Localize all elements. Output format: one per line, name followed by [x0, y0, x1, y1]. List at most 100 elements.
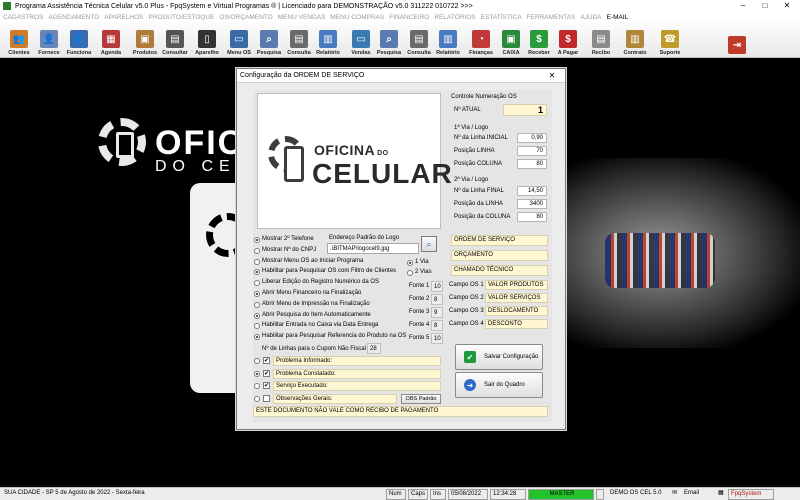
toolbar-button-a-pagar[interactable]: $ A Pagar	[553, 24, 583, 56]
toolbar-button-finan-as[interactable]: ◔ Finanças	[466, 24, 496, 56]
problem-field[interactable]: Problema Constatado:	[273, 368, 441, 379]
minimize-button[interactable]: –	[732, 0, 754, 12]
logo-path-input[interactable]: .\BITMAP\logocel9.jpg	[327, 243, 419, 254]
option-radio[interactable]	[254, 269, 260, 276]
footer-text-field[interactable]: ESTE DOCUMENTO NÃO VALE COMO RECIBO DE P…	[253, 406, 548, 417]
campo-label: Campo OS 1	[449, 282, 484, 288]
campo-field[interactable]: VALOR PRODUTOS	[485, 280, 548, 290]
problem-field[interactable]: Problema Informado:	[273, 356, 441, 366]
option-radio[interactable]	[254, 323, 260, 330]
menu-item[interactable]: MENU COMPRAS	[330, 14, 384, 21]
toolbar-button-agenda[interactable]: ▦ Agenda	[96, 24, 126, 56]
fonte-field[interactable]: 10	[431, 333, 443, 344]
menu-item[interactable]: FINANCEIRO	[389, 14, 429, 21]
toolbar-button-clientes[interactable]: 👥 Clientes	[4, 24, 34, 56]
option-radio[interactable]	[254, 237, 260, 243]
obs-padrao-button[interactable]: OBS Padrão	[401, 394, 441, 404]
via2-group-label: 2ª Via / Logo	[454, 177, 489, 183]
problem-radio[interactable]	[254, 395, 260, 402]
fonte-label: Fonte 3	[409, 309, 430, 315]
via2-row-field[interactable]: 80	[517, 212, 547, 222]
via1-row-field[interactable]: 80	[517, 159, 547, 169]
option-radio[interactable]	[254, 258, 260, 265]
toolbar-button-receber[interactable]: $ Receber	[524, 24, 554, 56]
menu-item[interactable]: APARELHOS	[104, 14, 143, 21]
toolbar-button-exit[interactable]: ⇥	[722, 24, 752, 56]
toolbar-button-pesquisa[interactable]: ⌕ Pesquisa	[374, 24, 404, 56]
option-radio[interactable]	[254, 247, 260, 254]
option-radio[interactable]	[254, 280, 260, 287]
menu-item[interactable]: RELATÓRIOS	[434, 14, 475, 21]
menu-item[interactable]: MENU VENDAS	[278, 14, 326, 21]
toolbar-button-label: Vendas	[351, 50, 371, 56]
option-radio[interactable]	[254, 312, 260, 319]
toolbar-button-relat-rio[interactable]: ▥ Relatório	[433, 24, 463, 56]
toolbar-button-menu-os[interactable]: ▭ Menu OS	[224, 24, 254, 56]
menu-item[interactable]: AGENDAMENTO	[48, 14, 99, 21]
option-radio[interactable]	[254, 301, 260, 308]
toolbar-button-funciona[interactable]: 👤 Funciona	[64, 24, 94, 56]
exit-dialog-label: Sair do Quadro	[484, 382, 525, 388]
toolbar-button-consulta[interactable]: ▤ Consulta	[284, 24, 314, 56]
fonte-field[interactable]: 8	[431, 294, 443, 305]
toolbar-button-fornece[interactable]: 👤 Fornece	[34, 24, 64, 56]
campo-field[interactable]: DESCONTO	[485, 319, 548, 329]
maximize-button[interactable]: □	[754, 0, 776, 12]
n-atual-field[interactable]: 1	[503, 104, 547, 116]
problem-checkbox[interactable]	[263, 394, 270, 402]
save-config-button[interactable]: ✔ Salvar Configuração	[455, 344, 543, 370]
toolbar-button-vendas[interactable]: ▭ Vendas	[346, 24, 376, 56]
via-radio[interactable]	[407, 260, 413, 266]
heading-field[interactable]: CHAMADO TÉCNICO	[451, 265, 548, 276]
dialog-close-button[interactable]: ✕	[541, 70, 563, 82]
menu-item[interactable]: E-MAIL	[607, 14, 629, 21]
toolbar-button-label: Receber	[528, 50, 550, 56]
problem-checkbox[interactable]: ✔	[263, 369, 270, 377]
toolbar-button-consultar[interactable]: ▤ Consultar	[160, 24, 190, 56]
menu-item[interactable]: OS/ORÇAMENTO	[219, 14, 272, 21]
status-email[interactable]: Email	[682, 489, 712, 500]
via1-row-field[interactable]: 0,90	[517, 133, 547, 143]
via1-row-field[interactable]: 70	[517, 146, 547, 156]
close-button[interactable]: ✕	[776, 0, 798, 12]
menu-item[interactable]: FERRAMENTAS	[527, 14, 576, 21]
problem-field[interactable]: Observações Gerais:	[273, 393, 397, 404]
problem-checkbox[interactable]: ✔	[263, 382, 270, 389]
cupom-field[interactable]: 28	[367, 343, 381, 354]
menu-item[interactable]: AJUDA	[580, 14, 601, 21]
toolbar-button-consulta[interactable]: ▤ Consulta	[404, 24, 434, 56]
toolbar-button-relat-rio[interactable]: ▥ Relatório	[313, 24, 343, 56]
option-radio[interactable]	[254, 334, 260, 341]
browse-logo-button[interactable]: ⌕	[421, 236, 437, 252]
menu-item[interactable]: CADASTROS	[3, 14, 43, 21]
toolbar-button-suporte[interactable]: ☎ Suporte	[655, 24, 685, 56]
campo-field[interactable]: DESLOCAMENTO	[485, 306, 548, 316]
problem-checkbox[interactable]: ✔	[263, 357, 270, 364]
report-icon: ▥	[439, 30, 457, 48]
via2-row-field[interactable]: 14,50	[517, 186, 547, 196]
menu-item[interactable]: ESTATÍSTICA	[481, 14, 522, 21]
toolbar-button-pesquisa[interactable]: ⌕ Pesquisa	[254, 24, 284, 56]
via1-row-label: Nº da Linha INICIAL	[454, 135, 508, 141]
via-radio[interactable]	[407, 270, 413, 276]
problem-radio[interactable]	[254, 358, 260, 364]
toolbar-button-recibo[interactable]: ▤ Recibo	[586, 24, 616, 56]
problem-field[interactable]: Serviço Executado:	[273, 381, 441, 391]
heading-field[interactable]: ORDEM DE SERVIÇO	[451, 235, 548, 246]
fonte-field[interactable]: 8	[431, 320, 443, 331]
exit-dialog-button[interactable]: ➜ Sair do Quadro	[455, 372, 543, 398]
toolbar-button-produtos[interactable]: ▣ Produtos	[130, 24, 160, 56]
heading-field[interactable]: ORÇAMENTO	[451, 250, 548, 261]
menu-item[interactable]: PRODUTO/ESTOQUE	[149, 14, 215, 21]
problem-radio[interactable]	[254, 370, 260, 377]
option-radio[interactable]	[254, 291, 260, 297]
fonte-field[interactable]: 10	[431, 281, 443, 292]
fonte-field[interactable]: 9	[431, 307, 443, 318]
toolbar-button-aparelho[interactable]: ▯ Aparelho	[192, 24, 222, 56]
campo-field[interactable]: VALOR SERVIÇOS	[485, 293, 548, 303]
toolbar-button-contrato[interactable]: ▥ Contrato	[620, 24, 650, 56]
toolbar-button-label: Recibo	[591, 50, 611, 56]
toolbar-button-caixa[interactable]: ▣ CAIXA	[496, 24, 526, 56]
via2-row-field[interactable]: 3400	[517, 199, 547, 209]
problem-radio[interactable]	[254, 383, 260, 389]
